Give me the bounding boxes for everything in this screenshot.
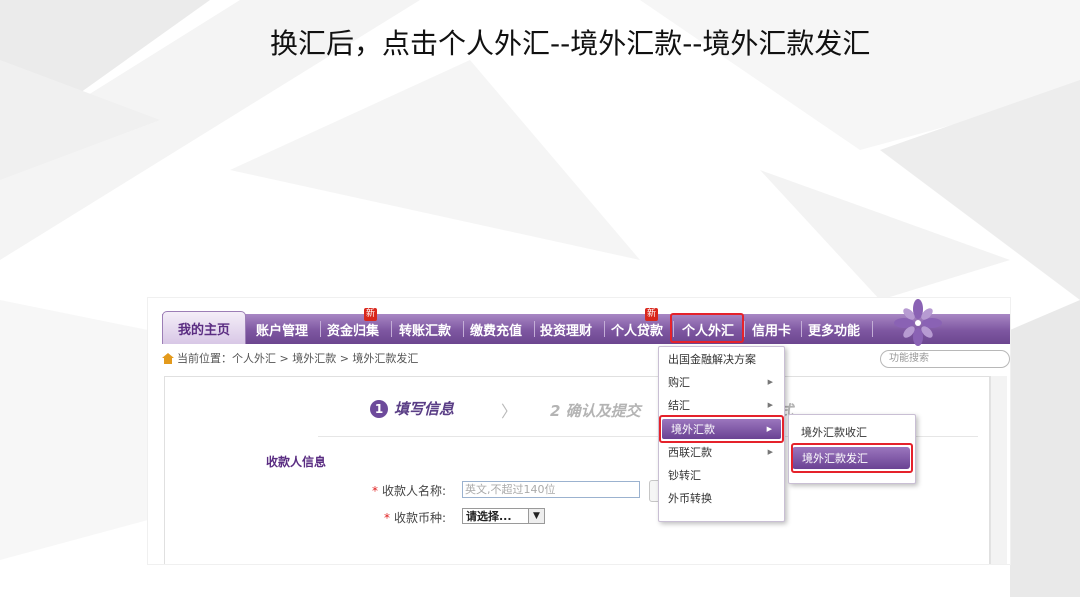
currency-label: * 收款币种: [384, 509, 446, 526]
home-icon [162, 352, 174, 364]
payee-name-label-text: 收款人名称: [382, 484, 447, 498]
nav-separator [744, 321, 745, 337]
menu-item-sell-forex[interactable]: 结汇 ▶ [659, 395, 782, 415]
payee-name-label: * 收款人名称: [372, 482, 446, 499]
send-remittance-highlight-box [791, 443, 913, 473]
main-nav-bar: 我的主页 账户管理 资金归集 转账汇款 缴费充值 投资理财 个人贷款 个人外汇 … [162, 311, 1010, 344]
nav-home-tab[interactable]: 我的主页 [162, 311, 246, 344]
bank-screenshot: 我的主页 账户管理 资金归集 转账汇款 缴费充值 投资理财 个人贷款 个人外汇 … [148, 298, 1010, 564]
nav-item-more[interactable]: 更多功能 [808, 314, 860, 344]
menu-item-label: 出国金融解决方案 [668, 353, 756, 366]
menu-item-label: 外币转换 [668, 492, 712, 505]
chevron-down-icon[interactable]: ▼ [528, 509, 544, 523]
breadcrumb-text: 当前位置：个人外汇 > 境外汇款 > 境外汇款发汇 [177, 352, 419, 365]
menu-item-buy-forex[interactable]: 购汇 ▶ [659, 372, 782, 392]
nav-separator [801, 321, 802, 337]
step-2-label: 2 确认及提交 [550, 402, 641, 420]
new-badge: 新 [364, 308, 377, 321]
nav-separator [872, 321, 873, 337]
nav-separator [534, 321, 535, 337]
menu-item-currency-exchange[interactable]: 外币转换 [659, 488, 782, 508]
nav-separator [391, 321, 392, 337]
currency-select[interactable]: 请选择... ▼ [462, 508, 545, 524]
nav-item-investment[interactable]: 投资理财 [540, 314, 592, 344]
nav-separator [320, 321, 321, 337]
step-1-label: 填写信息 [394, 400, 455, 418]
chevron-right-icon: ▶ [767, 401, 773, 409]
scrollbar[interactable] [990, 376, 1007, 564]
new-badge: 新 [645, 308, 658, 321]
menu-item-label: 结汇 [668, 399, 690, 412]
nav-item-bill-pay[interactable]: 缴费充值 [470, 314, 522, 344]
remittance-highlight-box [659, 415, 784, 443]
function-search-input[interactable]: 功能搜索 [880, 350, 1010, 368]
nav-separator [604, 321, 605, 337]
forex-highlight-box [670, 313, 744, 343]
menu-item-overseas-solutions[interactable]: 出国金融解决方案 [659, 349, 782, 369]
submenu-item-receive[interactable]: 境外汇款收汇 [791, 421, 911, 443]
payee-name-input[interactable]: 英文,不超过140位 [462, 481, 640, 498]
menu-item-label: 西联汇款 [668, 446, 712, 459]
bank-logo-icon [894, 299, 942, 346]
nav-item-credit-card[interactable]: 信用卡 [752, 314, 791, 344]
slide-title: 换汇后，点击个人外汇--境外汇款--境外汇款发汇 [270, 27, 871, 60]
step-1-number-icon: 1 [370, 399, 388, 418]
chevron-right-icon: ▶ [767, 448, 773, 456]
chevron-right-icon: ▶ [767, 378, 773, 386]
menu-item-label: 购汇 [668, 376, 690, 389]
nav-item-transfer[interactable]: 转账汇款 [399, 314, 451, 344]
payee-section-title: 收款人信息 [266, 455, 327, 469]
currency-label-text: 收款币种: [394, 511, 447, 525]
nav-separator [463, 321, 464, 337]
currency-select-value: 请选择... [466, 510, 512, 523]
menu-item-cash-to-remit[interactable]: 钞转汇 [659, 465, 782, 485]
nav-item-account[interactable]: 账户管理 [256, 314, 308, 344]
step-arrow-icon: 〉 [501, 402, 518, 421]
breadcrumb: 当前位置：个人外汇 > 境外汇款 > 境外汇款发汇 [162, 350, 418, 366]
required-mark: * [372, 484, 378, 498]
menu-item-label: 钞转汇 [668, 469, 701, 482]
step-1-indicator: 1 填写信息 [370, 398, 454, 419]
required-mark: * [384, 511, 390, 525]
menu-item-western-union[interactable]: 西联汇款 ▶ [659, 442, 782, 462]
